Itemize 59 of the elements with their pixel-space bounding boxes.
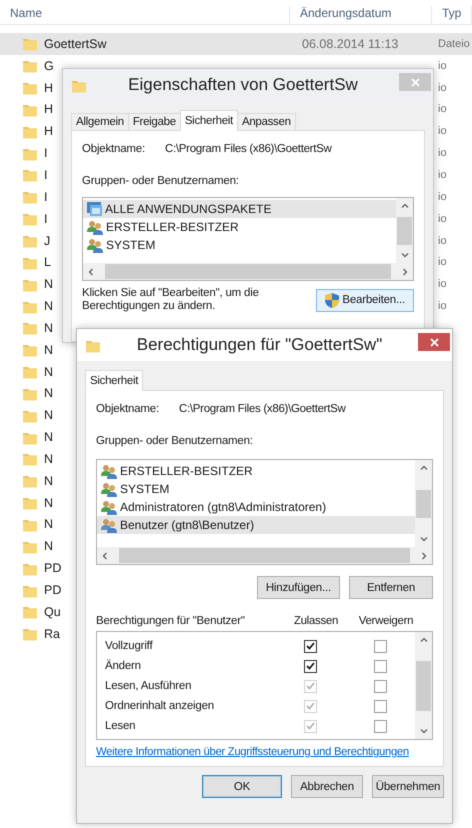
file-name: H	[44, 80, 54, 95]
file-name: I	[44, 190, 48, 204]
file-type: io	[438, 300, 447, 312]
file-name: H	[44, 102, 54, 116]
file-type: io	[438, 103, 447, 116]
file-type: io	[438, 168, 447, 181]
file-type: Dateio	[438, 38, 470, 50]
window-title: Berechtigungen für "GoettertSw"	[136, 335, 384, 355]
permission-name: Ordnerinhalt anzeigen	[105, 700, 215, 712]
file-type: io	[438, 234, 447, 247]
object-path: C:\Program Files (x86)\GoettertSw	[165, 143, 332, 155]
file-name: N	[44, 299, 54, 314]
file-name: PD	[44, 583, 62, 598]
column-label: Verweigern	[358, 615, 414, 627]
file-name: Qu	[44, 604, 61, 619]
permission-name: Lesen, Ausführen	[105, 680, 192, 692]
file-name: N	[44, 277, 54, 292]
window-title: Eigenschaften von GoettertSw	[127, 75, 359, 95]
file-name: I	[44, 212, 48, 226]
file-name: N	[44, 539, 54, 554]
field-label: Objektname:	[82, 143, 145, 155]
file-name: J	[44, 234, 50, 248]
file-type: io	[438, 256, 447, 268]
file-type: io	[438, 278, 447, 290]
file-type: io	[438, 60, 447, 72]
file-name: N	[44, 342, 54, 357]
file-type: io	[438, 82, 447, 94]
field-label: Objektname:	[96, 403, 159, 415]
permission-name: Lesen	[105, 720, 136, 732]
file-date: 06.08.2014 11:13	[302, 36, 398, 51]
file-name: L	[44, 255, 51, 270]
file-name: N	[44, 364, 54, 379]
file-name: I	[44, 168, 48, 182]
file-name: N	[44, 474, 54, 488]
file-name: I	[44, 146, 48, 160]
permission-name: Vollzugriff	[105, 640, 154, 652]
file-name: H	[44, 124, 54, 138]
file-name: N	[44, 517, 54, 532]
file-name: Ra	[44, 626, 60, 641]
file-name: N	[44, 452, 54, 466]
column-label: Zulassen	[292, 615, 340, 627]
permission-name: Ändern	[105, 660, 142, 672]
hint-text: Klicken Sie auf "Bearbeiten", um die Berechtigungen zu ändern.	[82, 287, 260, 313]
file-name: N	[44, 408, 54, 422]
field-label: Gruppen- oder Benutzernamen:	[82, 175, 240, 187]
object-path: C:\Program Files (x86)\GoettertSw	[179, 403, 346, 415]
file-type: io	[438, 190, 447, 203]
file-name: N	[44, 386, 54, 400]
field-label: Gruppen- oder Benutzernamen:	[96, 435, 254, 447]
file-name: PD	[44, 561, 62, 576]
file-name: N	[44, 430, 54, 444]
file-name: N	[44, 496, 54, 510]
file-name: G	[44, 58, 54, 73]
file-type: io	[438, 125, 447, 138]
file-type: io	[438, 147, 447, 160]
permissions-label: Berechtigungen für "Benutzer"	[96, 615, 246, 627]
file-type: io	[438, 212, 447, 225]
file-name: GoettertSw	[44, 36, 107, 51]
file-name: N	[44, 320, 54, 335]
